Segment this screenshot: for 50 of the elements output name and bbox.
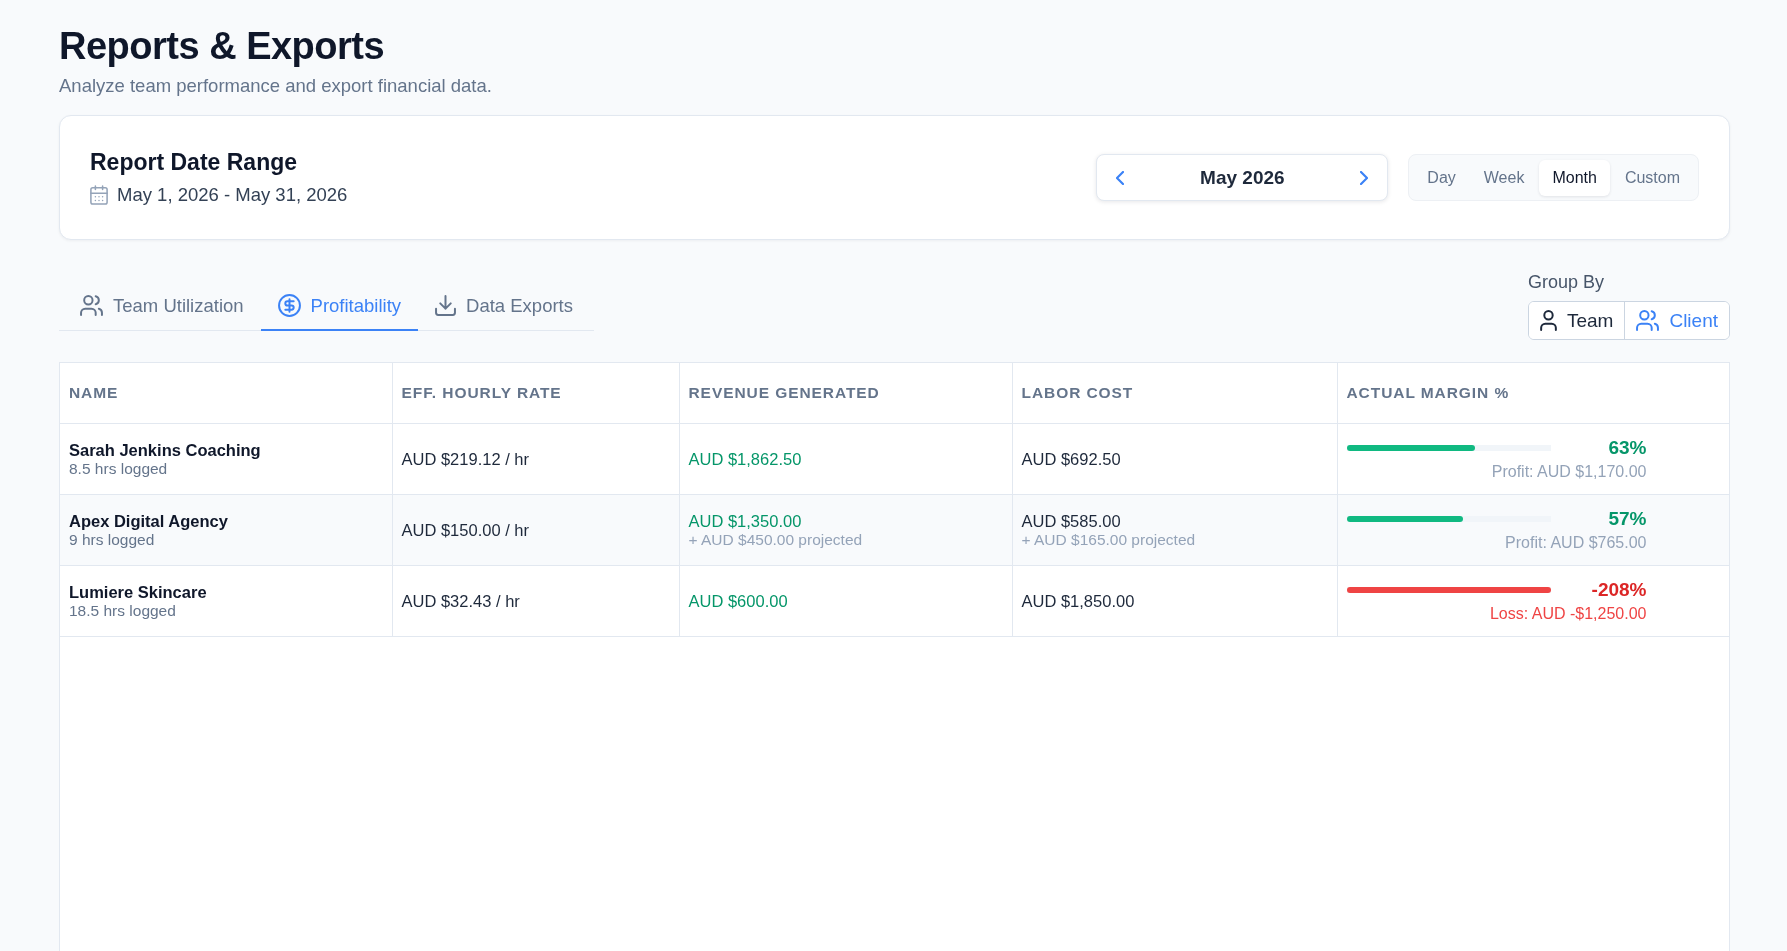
month-label: May 2026: [1200, 166, 1285, 189]
page-title: Reports & Exports: [59, 25, 386, 68]
hourly-rate: AUD $150.00 / hr: [401, 519, 530, 540]
dollar-circle-icon: [277, 294, 301, 317]
column-header: NAME: [60, 363, 392, 423]
client-name: Sarah Jenkins Coaching: [69, 439, 262, 460]
user-icon: [1539, 310, 1557, 331]
card-title: Report Date Range: [90, 149, 299, 175]
projected-cost: + AUD $165.00 projected: [1021, 530, 1197, 549]
client-name: Lumiere Skincare: [69, 581, 208, 602]
hours-logged: 9 hrs logged: [69, 530, 156, 549]
group-by-option[interactable]: Client: [1624, 302, 1729, 339]
chevron-left-icon: [1116, 170, 1125, 185]
margin-note: Loss: AUD -$1,250.00: [1488, 603, 1647, 623]
labor-cost: AUD $1,850.00: [1021, 590, 1136, 611]
group-by-label: Group By: [1527, 271, 1604, 293]
hourly-rate: AUD $32.43 / hr: [401, 590, 521, 611]
column-header: REVENUE GENERATED: [679, 363, 1012, 423]
date-range-text: May 1, 2026 - May 31, 2026: [117, 184, 348, 206]
margin-percent: 63%: [1607, 436, 1647, 459]
labor-cost: AUD $692.50: [1021, 448, 1122, 469]
labor-cost: AUD $585.00: [1021, 510, 1122, 531]
margin-note: Profit: AUD $1,170.00: [1490, 461, 1647, 481]
margin-percent: 57%: [1607, 507, 1647, 530]
revenue-amount: AUD $1,862.50: [688, 448, 803, 469]
hours-logged: 18.5 hrs logged: [69, 601, 177, 620]
period-option[interactable]: Month: [1539, 159, 1610, 196]
client-name: Apex Digital Agency: [69, 510, 229, 531]
tab[interactable]: Data Exports: [418, 282, 590, 331]
hourly-rate: AUD $219.12 / hr: [401, 448, 530, 469]
tab[interactable]: Team Utilization: [63, 282, 261, 331]
tab[interactable]: Profitability: [260, 282, 419, 331]
period-option[interactable]: Day: [1414, 159, 1469, 196]
chevron-right-icon: [1360, 170, 1369, 185]
period-option[interactable]: Week: [1470, 159, 1538, 196]
margin-note: Profit: AUD $765.00: [1504, 532, 1647, 552]
hours-logged: 8.5 hrs logged: [69, 459, 169, 478]
period-option[interactable]: Custom: [1611, 159, 1693, 196]
projected-revenue: + AUD $450.00 projected: [688, 530, 864, 549]
revenue-amount: AUD $600.00: [688, 590, 789, 611]
page-subtitle: Analyze team performance and export financial data.: [59, 75, 493, 97]
users-icon: [1636, 310, 1660, 331]
calendar-icon: [90, 185, 108, 205]
column-header: ACTUAL MARGIN %: [1337, 363, 1729, 423]
users-icon: [80, 295, 103, 316]
download-icon: [435, 295, 457, 316]
column-header: LABOR COST: [1012, 363, 1337, 423]
revenue-amount: AUD $1,350.00: [688, 510, 803, 531]
margin-percent: -208%: [1590, 578, 1647, 601]
column-header: EFF. HOURLY RATE: [392, 363, 679, 423]
